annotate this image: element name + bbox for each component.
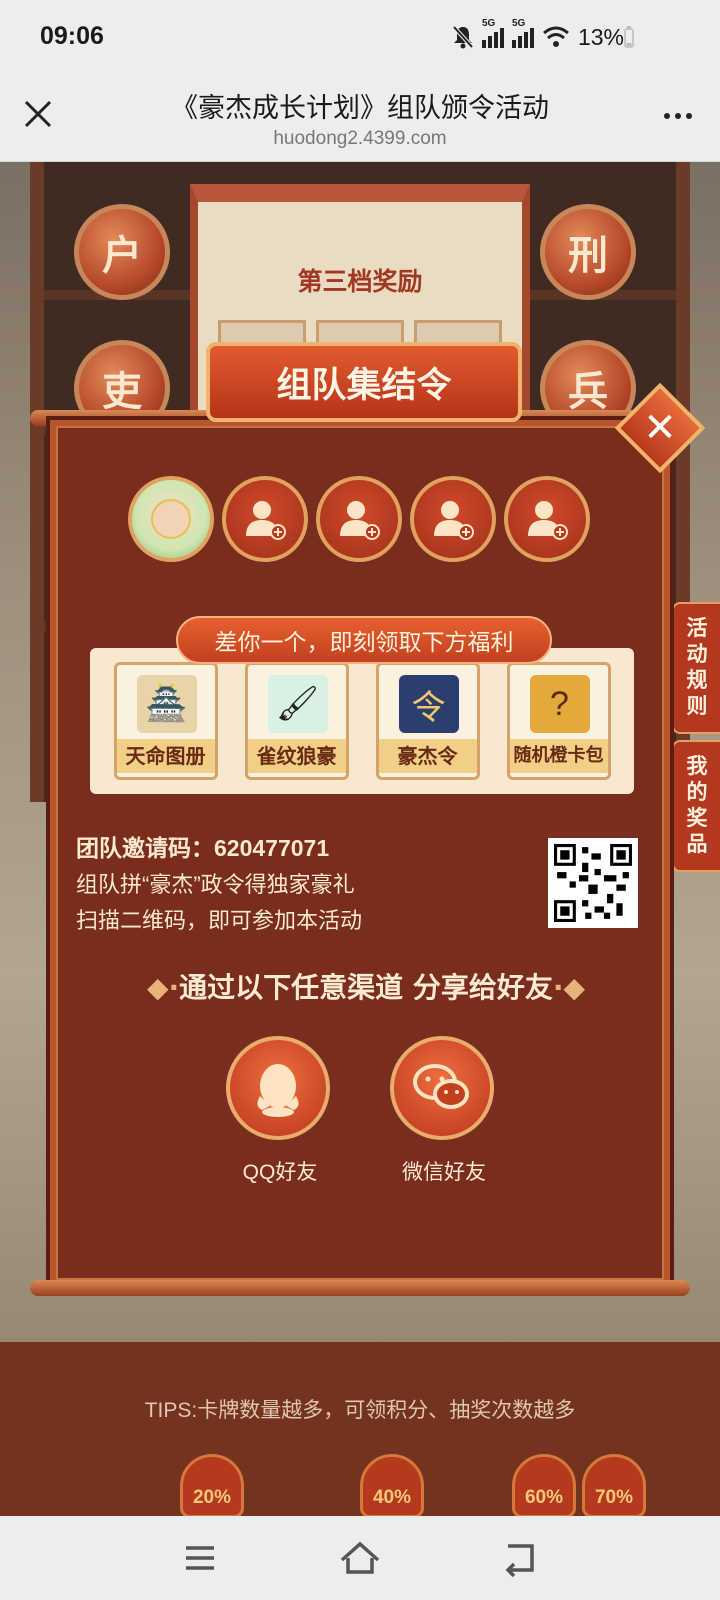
- status-time: 09:06: [40, 22, 104, 50]
- back-icon[interactable]: [498, 1536, 542, 1580]
- more-menu-icon[interactable]: [658, 96, 698, 136]
- progress-badge-60[interactable]: 60%: [512, 1454, 576, 1516]
- share-title-text: 通过以下任意渠道 分享给好友: [179, 971, 553, 1004]
- close-icon: ✕: [643, 406, 677, 450]
- rules-tab[interactable]: 活动规则: [672, 602, 720, 734]
- system-nav-bar: [0, 1516, 720, 1600]
- seal-hu[interactable]: 户: [74, 204, 170, 300]
- reward-item[interactable]: 🖌 雀纹狼豪: [244, 662, 349, 780]
- share-wechat-button[interactable]: 微信好友: [390, 1036, 498, 1186]
- browser-bar: 《豪杰成长计划》组队颁令活动 huodong2.4399.com: [0, 76, 720, 162]
- add-member-icon: [528, 501, 568, 540]
- signal-icon-2: 5G: [511, 18, 534, 48]
- token-icon: 令: [398, 675, 459, 733]
- invite-line-2: 组队拼“豪杰”政令得独家豪礼: [76, 872, 355, 897]
- character-portrait-icon: [151, 499, 191, 539]
- invite-info: 团队邀请码：620477071 组队拼“豪杰”政令得独家豪礼 扫描二维码，即可参…: [76, 830, 362, 939]
- add-member-icon: [246, 501, 286, 540]
- tip-banner: 差你一个，即刻领取下方福利: [176, 616, 552, 664]
- pagoda-scroll-icon: 🏯: [136, 675, 197, 733]
- tips-text: TIPS:卡牌数量越多，可领积分、抽奖次数越多: [144, 1399, 576, 1422]
- reward-name: 豪杰令: [378, 739, 477, 773]
- reward-name: 随机橙卡包: [509, 739, 608, 773]
- signal-icon: 5G: [481, 18, 504, 48]
- reward-item[interactable]: 🏯 天命图册: [113, 662, 218, 780]
- battery-icon: [624, 26, 634, 48]
- page-title: 《豪杰成长计划》组队颁令活动: [171, 93, 549, 123]
- invite-label: 团队邀请码：: [76, 835, 214, 861]
- brush-icon: 🖌: [267, 675, 328, 733]
- modal-title: 组队集结令: [206, 342, 522, 422]
- empty-slot[interactable]: [410, 476, 496, 562]
- home-icon[interactable]: [338, 1536, 382, 1580]
- card-pack-icon: ?: [529, 675, 590, 733]
- qr-code: [548, 838, 638, 928]
- empty-slot[interactable]: [222, 476, 308, 562]
- reward-strip: 🏯 天命图册 🖌 雀纹狼豪 令 豪杰令 ? 随机橙卡包: [90, 648, 634, 794]
- reward-item[interactable]: ? 随机橙卡包: [506, 662, 611, 780]
- activity-page: 第三档奖励 户 刑 吏 兵 活动规则 我的奖品 🏯 天命图册 🖌 雀纹狼豪 令 …: [0, 162, 720, 1516]
- share-qq-label: QQ好友: [242, 1161, 318, 1184]
- wifi-icon: [542, 26, 569, 47]
- qq-icon: [257, 1064, 299, 1117]
- empty-slot[interactable]: [504, 476, 590, 562]
- reward-name: 雀纹狼豪: [247, 739, 346, 773]
- seal-xing[interactable]: 刑: [540, 204, 636, 300]
- invite-line-3: 扫描二维码，即可参加本活动: [76, 908, 363, 933]
- status-icons: 5G 5G 13%: [452, 18, 624, 52]
- reward-name: 天命图册: [116, 739, 215, 773]
- close-page-icon[interactable]: [18, 94, 58, 134]
- network-type-2: 5G: [511, 18, 526, 29]
- share-title: ◆·通过以下任意渠道 分享给好友·◆: [146, 971, 586, 1004]
- add-member-icon: [340, 501, 380, 540]
- add-member-icon: [434, 501, 474, 540]
- progress-badge-70[interactable]: 70%: [582, 1454, 646, 1516]
- member-avatar: [128, 476, 214, 562]
- mute-bell-icon: [452, 25, 474, 49]
- menu-icon[interactable]: [178, 1536, 222, 1580]
- reward-item[interactable]: 令 豪杰令: [375, 662, 480, 780]
- team-modal: 🏯 天命图册 🖌 雀纹狼豪 令 豪杰令 ? 随机橙卡包 差你一个，即刻领取下方福…: [50, 420, 670, 1286]
- share-wechat-label: 微信好友: [402, 1161, 486, 1184]
- progress-badge-40[interactable]: 40%: [360, 1454, 424, 1516]
- wechat-icon: [413, 1064, 469, 1109]
- network-type: 5G: [481, 18, 496, 29]
- team-member-slots: [128, 476, 590, 562]
- empty-slot[interactable]: [316, 476, 402, 562]
- share-qq-button[interactable]: QQ好友: [226, 1036, 334, 1186]
- progress-badge-20[interactable]: 20%: [180, 1454, 244, 1516]
- invite-code[interactable]: 620477071: [214, 835, 329, 861]
- page-url: huodong2.4399.com: [273, 128, 447, 149]
- battery-percent: 13%: [577, 23, 624, 50]
- scroll-rod-bottom: [30, 1280, 690, 1296]
- my-prizes-tab[interactable]: 我的奖品: [672, 740, 720, 872]
- scroll-label: 第三档奖励: [297, 268, 423, 296]
- status-bar: 09:06 5G 5G 13%: [0, 0, 720, 76]
